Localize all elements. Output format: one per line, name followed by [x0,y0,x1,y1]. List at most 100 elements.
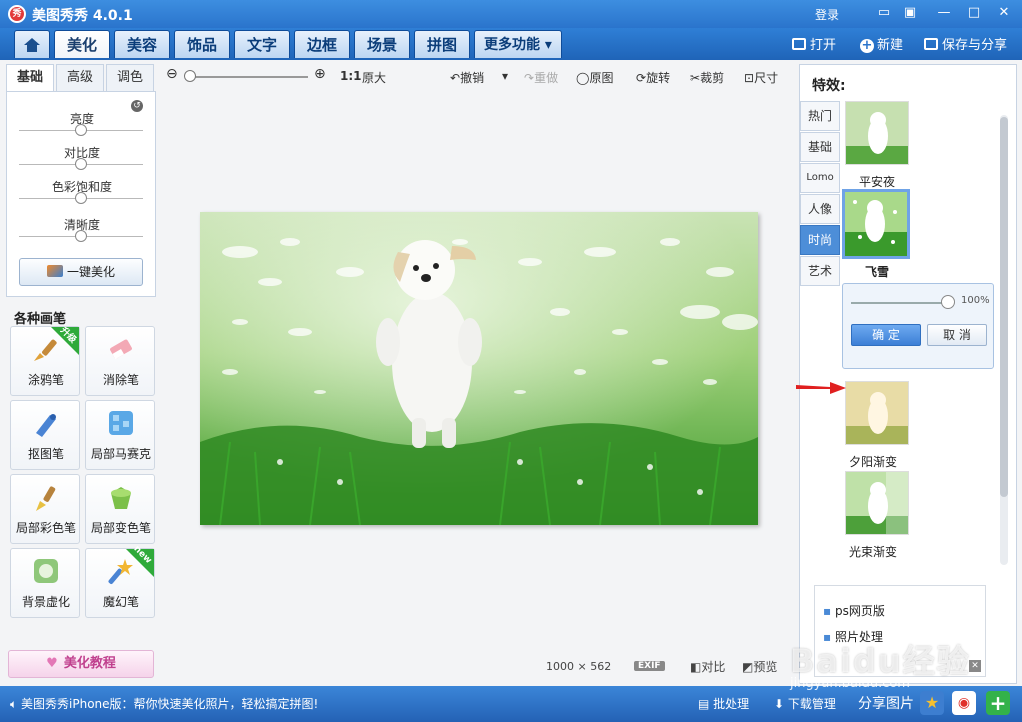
add-icon[interactable]: + [986,691,1010,715]
category-lomo[interactable]: Lomo [800,163,840,193]
tab-border[interactable]: 边框 [294,30,350,58]
crop-button[interactable]: ✂裁剪 [690,69,724,86]
rotate-button[interactable]: ⟳旋转 [636,69,670,86]
feedback-icon[interactable]: ▭ [874,4,894,22]
zoom-in-icon[interactable]: ⊕ [314,66,326,82]
tab-advanced[interactable]: 高级 [56,64,104,92]
cutout-brush-button[interactable]: 抠图笔 [10,400,80,470]
maximize-icon[interactable]: □ [964,4,984,22]
save-share-label: 保存与分享 [942,38,1008,53]
category-fashion[interactable]: 时尚 [800,225,840,255]
effect-thumb-sunset-gradient[interactable] [845,381,909,445]
login-link[interactable]: 登录 [815,6,839,23]
zoom-out-icon[interactable]: ⊖ [166,66,178,82]
left-panel: 基础 高级 调色 ↺ 亮度 对比度 色彩饱和度 清晰度 一键美化 各种画笔 升级… [6,64,156,684]
undo-dropdown-icon[interactable]: ▾ [502,69,508,83]
tab-beauty[interactable]: 美容 [114,30,170,58]
promo-message[interactable]: 🔈︎ 美图秀秀iPhone版：帮你快速美化照片，轻松搞定拼图! [10,695,318,712]
category-portrait[interactable]: 人像 [800,194,840,224]
effect-thumb-beam-gradient[interactable] [845,471,909,535]
contrast-knob[interactable] [75,158,87,170]
original-icon: ◯ [576,71,590,85]
confirm-button[interactable]: 确 定 [851,324,921,346]
intensity-knob[interactable] [941,295,955,309]
intensity-value: 100% [961,295,990,306]
share-image-button[interactable]: 分享图片 [858,693,914,713]
one-key-label: 一键美化 [66,265,115,279]
cancel-button[interactable]: 取 消 [927,324,987,346]
resize-button[interactable]: ⊡尺寸 [744,69,778,86]
close-icon[interactable]: ✕ [994,4,1014,22]
effect-thumb-snowfall[interactable] [842,189,910,259]
saturation-knob[interactable] [75,192,87,204]
original-image-button[interactable]: ◯原图 [576,69,613,86]
brightness-knob[interactable] [75,124,87,136]
brightness-slider[interactable] [19,124,143,136]
effects-scrollbar-thumb[interactable] [1000,117,1008,497]
home-tab[interactable] [14,30,50,58]
effects-panel: 特效: 热门 基础 Lomo 人像 时尚 艺术 平安夜 飞雪 100% 确 定 … [799,64,1017,684]
content-area: 基础 高级 调色 ↺ 亮度 对比度 色彩饱和度 清晰度 一键美化 各种画笔 升级… [0,60,1022,686]
tab-accessories[interactable]: 饰品 [174,30,230,58]
beautify-tutorial-button[interactable]: ♥ 美化教程 [8,650,154,678]
resize-icon: ⊡ [744,71,755,85]
zoom-knob[interactable] [184,70,196,82]
original-size-button[interactable]: 原大 [362,69,386,86]
one-key-beautify-button[interactable]: 一键美化 [19,258,143,286]
sharpness-slider[interactable] [19,230,143,242]
menu-icon[interactable]: ▣ [900,4,920,22]
new-button[interactable]: + 新建 [860,34,903,53]
compare-label: 对比 [701,660,726,674]
tab-beautify[interactable]: 美化 [54,30,110,58]
color-brush-icon [36,486,56,511]
category-basic[interactable]: 基础 [800,132,840,162]
open-button[interactable]: 打开 [792,34,836,53]
contrast-slider[interactable] [19,158,143,170]
tab-text[interactable]: 文字 [234,30,290,58]
minimize-icon[interactable]: — [934,4,954,22]
main-photo[interactable] [200,212,758,525]
save-share-button[interactable]: 保存与分享 [924,34,1007,53]
scissors-icon: ✂ [690,71,701,85]
home-icon [24,38,40,52]
effects-title: 特效: [812,78,846,94]
tab-more-features[interactable]: 更多功能 ▾ [474,30,562,58]
zoom-slider[interactable] [188,76,308,78]
photo-puppy-in-grass [200,212,758,525]
effect-thumb-silent-night[interactable] [845,101,909,165]
category-hot[interactable]: 热门 [800,101,840,131]
recolor-brush-button[interactable]: 局部变色笔 [85,474,155,544]
saturation-slider[interactable] [19,192,143,204]
thumb-image [846,102,908,164]
tab-collage[interactable]: 拼图 [414,30,470,58]
weibo-icon[interactable]: ◉ [952,691,976,715]
download-manager-button[interactable]: ⬇ 下载管理 [774,695,836,712]
exif-button[interactable]: EXIF [634,661,665,671]
background-blur-button[interactable]: 背景虚化 [10,548,80,618]
adjust-box: ↺ 亮度 对比度 色彩饱和度 清晰度 一键美化 [6,91,156,297]
tab-color-grade[interactable]: 调色 [106,64,154,92]
compare-button[interactable]: ◧对比 [690,658,725,675]
effect-label-beam-gradient: 光束渐变 [848,545,897,559]
cutout-brush-label: 抠图笔 [27,447,64,461]
folder-icon [792,38,806,50]
undo-button[interactable]: ↶撤销 [450,69,484,86]
doodle-brush-button[interactable]: 升级 涂鸦笔 [10,326,80,396]
sharpness-knob[interactable] [75,230,87,242]
tab-basic[interactable]: 基础 [6,64,54,92]
intensity-slider[interactable] [851,302,951,304]
star-icon[interactable]: ★ [920,691,944,715]
batch-label: 批处理 [713,697,750,711]
preview-button[interactable]: ◩预览 [742,658,777,675]
category-art[interactable]: 艺术 [800,256,840,286]
eraser-brush-button[interactable]: 消除笔 [85,326,155,396]
promo-link-ps-web[interactable]: ps网页版 [823,602,885,619]
redo-button[interactable]: ↷重做 [524,69,558,86]
ratio-label[interactable]: 1:1 [340,69,362,83]
batch-process-button[interactable]: ▤ 批处理 [698,695,749,712]
mosaic-brush-button[interactable]: 局部马赛克 [85,400,155,470]
magic-brush-button[interactable]: new 魔幻笔 [85,544,155,618]
app-title: 美图秀秀 4.0.1 [32,8,133,24]
tab-scene[interactable]: 场景 [354,30,410,58]
color-brush-button[interactable]: 局部彩色笔 [10,474,80,544]
